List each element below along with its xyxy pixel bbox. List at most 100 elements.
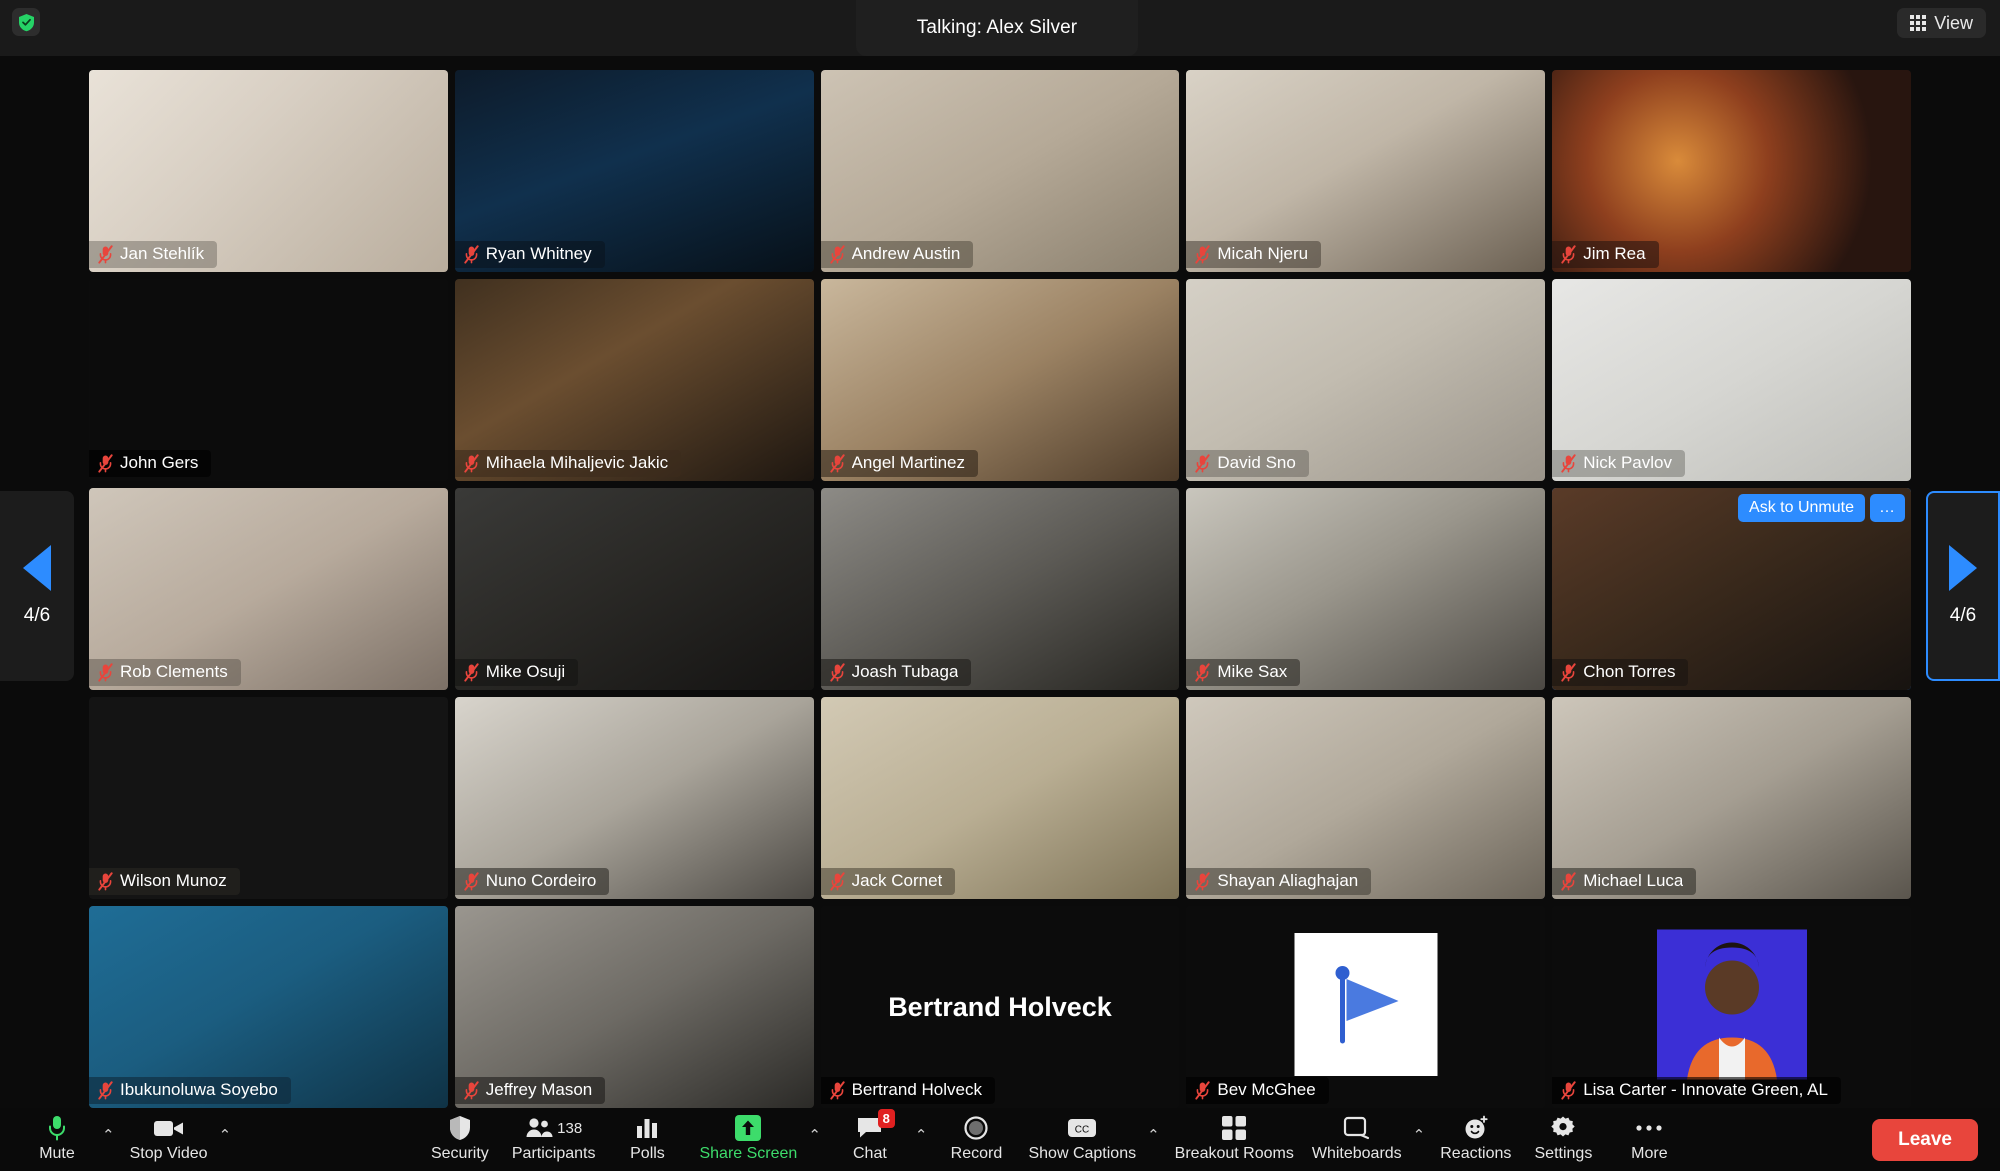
next-page-button[interactable]: 4/6 [1926, 490, 2000, 681]
participant-name-text: Lisa Carter - Innovate Green, AL [1583, 1080, 1828, 1099]
participant-tile[interactable]: Mike Sax [1186, 488, 1546, 690]
toolbar-button-label: Show Captions [1028, 1145, 1137, 1162]
toolbar-chat-button[interactable]: 8 Chat [827, 1109, 913, 1168]
participant-tile[interactable]: Jan Stehlík [89, 70, 448, 272]
page-indicator-right: 4/6 [1949, 604, 1977, 626]
toolbar-button-label: Polls [630, 1145, 665, 1162]
participant-tile[interactable]: Joash Tubaga [820, 488, 1180, 690]
participant-name-label: Bev McGhee [1186, 1077, 1329, 1104]
toolbar-participants-button[interactable]: 138 Participants [503, 1111, 605, 1168]
participant-tile[interactable]: Bev McGhee [1186, 906, 1546, 1108]
leave-button[interactable]: Leave [1872, 1118, 1978, 1161]
whiteboard-icon [1343, 1116, 1369, 1140]
participant-name-label: David Sno [1186, 450, 1309, 477]
participant-tile[interactable]: Bertrand Holveck Bertrand Holveck [820, 906, 1180, 1108]
toolbar-mute-button[interactable]: Mute [14, 1111, 100, 1168]
muted-microphone-icon [829, 453, 845, 473]
participant-tile[interactable]: Wilson Munoz [89, 697, 448, 899]
toolbar-whiteboards-button[interactable]: Whiteboards [1303, 1111, 1411, 1168]
participant-tile[interactable]: Nick Pavlov [1552, 279, 1911, 481]
toolbar-button-label: Stop Video [129, 1145, 208, 1162]
gear-icon [1550, 1114, 1576, 1142]
participant-name-label: Micah Njeru [1186, 241, 1322, 268]
toolbar-reactions-button[interactable]: Reactions [1431, 1111, 1520, 1168]
muted-microphone-icon [464, 453, 479, 473]
toolbar-stop-video-button[interactable]: Stop Video [121, 1111, 217, 1168]
muted-microphone-icon [464, 871, 479, 891]
muted-microphone-icon [464, 1080, 479, 1100]
participant-name-text: Jack Cornet [851, 871, 943, 890]
ellipsis-icon [1635, 1114, 1663, 1142]
toolbar-show-captions-button[interactable]: CC Show Captions [1019, 1111, 1145, 1168]
camera-icon [153, 1114, 185, 1142]
share-screen-icon [735, 1114, 762, 1142]
participant-tile[interactable]: Andrew Austin [820, 70, 1180, 272]
svg-text:CC: CC [1075, 1125, 1089, 1136]
participant-name-text: Mihaela Mihaljevic Jakic [485, 453, 669, 472]
participant-tile[interactable]: Ask to Unmute… Chon Torres [1552, 488, 1911, 690]
tile-more-options-button[interactable]: … [1869, 494, 1905, 522]
toolbar-record-button[interactable]: Record [933, 1111, 1019, 1168]
share-screen-icon [735, 1115, 762, 1141]
muted-microphone-icon [464, 662, 479, 682]
profile-photo-avatar [1656, 929, 1807, 1085]
participant-name-label: Rob Clements [89, 659, 241, 686]
toolbar-security-button[interactable]: Security [417, 1111, 503, 1168]
participant-tile[interactable]: John Gers [89, 279, 448, 481]
participant-tile[interactable]: Michael Luca [1552, 697, 1911, 899]
toolbar-center-group: Security 138 Participants Polls Share Screen… [417, 1109, 1693, 1168]
participant-tile[interactable]: Nuno Cordeiro [454, 697, 814, 899]
participant-name-label: Ibukunoluwa Soyebo [89, 1077, 291, 1104]
chat-unread-badge: 8 [877, 1109, 895, 1128]
participant-tile[interactable]: Angel Martinez [820, 279, 1180, 481]
participant-tile[interactable]: Jim Rea [1552, 70, 1911, 272]
participant-tile[interactable]: Jeffrey Mason [454, 906, 814, 1108]
previous-page-button[interactable]: 4/6 [0, 490, 74, 681]
participant-tile[interactable]: Lisa Carter - Innovate Green, AL [1552, 906, 1911, 1108]
participant-tile[interactable]: Ryan Whitney [454, 70, 814, 272]
encryption-shield-icon[interactable] [12, 8, 40, 36]
ask-to-unmute-button[interactable]: Ask to Unmute [1738, 494, 1865, 522]
muted-microphone-icon [98, 244, 113, 264]
toolbar-polls-button[interactable]: Polls [604, 1111, 690, 1168]
participant-name-text: Jeffrey Mason [485, 1080, 593, 1099]
participant-name-label: Mike Sax [1186, 659, 1301, 686]
participant-name-label: Ryan Whitney [454, 241, 605, 268]
participant-tile[interactable]: David Sno [1186, 279, 1546, 481]
toolbar-button-label: Reactions [1440, 1145, 1512, 1162]
participant-name-text: Bev McGhee [1217, 1080, 1316, 1099]
participant-name-text: Mike Sax [1217, 662, 1288, 681]
toolbar-more-button[interactable]: More [1606, 1111, 1692, 1168]
shield-icon [449, 1116, 470, 1140]
participant-tile[interactable]: Mihaela Mihaljevic Jakic [454, 279, 814, 481]
participant-tile[interactable]: Rob Clements [89, 488, 448, 690]
participant-name-text: Shayan Aliaghajan [1217, 871, 1359, 890]
closed-caption-icon: CC [1068, 1119, 1097, 1137]
toolbar-settings-button[interactable]: Settings [1520, 1111, 1606, 1168]
toolbar-button-label: Share Screen [699, 1145, 798, 1162]
muted-microphone-icon [829, 871, 845, 891]
participant-tile[interactable]: Ibukunoluwa Soyebo [89, 906, 448, 1108]
participant-name-label: Jack Cornet [820, 868, 956, 895]
participant-tile[interactable]: Shayan Aliaghajan [1186, 697, 1546, 899]
camera-icon [153, 1121, 183, 1136]
toolbar-share-screen-button[interactable]: Share Screen [690, 1111, 806, 1168]
participant-name-text: Jim Rea [1583, 244, 1646, 263]
participant-tile[interactable]: Jack Cornet [820, 697, 1180, 899]
participant-name-text: Michael Luca [1583, 871, 1684, 890]
participant-tile[interactable]: Mike Osuji [454, 488, 814, 690]
toolbar-breakout-rooms-button[interactable]: Breakout Rooms [1166, 1111, 1303, 1168]
participant-name-label: Chon Torres [1552, 659, 1689, 686]
participant-name-label: Nuno Cordeiro [454, 868, 610, 895]
participant-name-text: Joash Tubaga [851, 662, 959, 681]
participant-name-text: Nick Pavlov [1583, 453, 1672, 472]
muted-microphone-icon [98, 453, 113, 473]
participant-tile[interactable]: Micah Njeru [1186, 70, 1546, 272]
toolbar-left-group: Mute ⌃ Stop Video ⌃ [0, 1111, 237, 1168]
muted-microphone-icon [829, 1080, 845, 1100]
view-button[interactable]: View [1897, 8, 1986, 38]
meeting-toolbar: Mute ⌃ Stop Video ⌃ Security 138 Participants… [0, 1108, 2000, 1171]
toolbar-right-group: Leave [1872, 1118, 2000, 1161]
participant-name-label: Jeffrey Mason [454, 1077, 606, 1104]
toolbar-button-label: Settings [1534, 1145, 1593, 1162]
